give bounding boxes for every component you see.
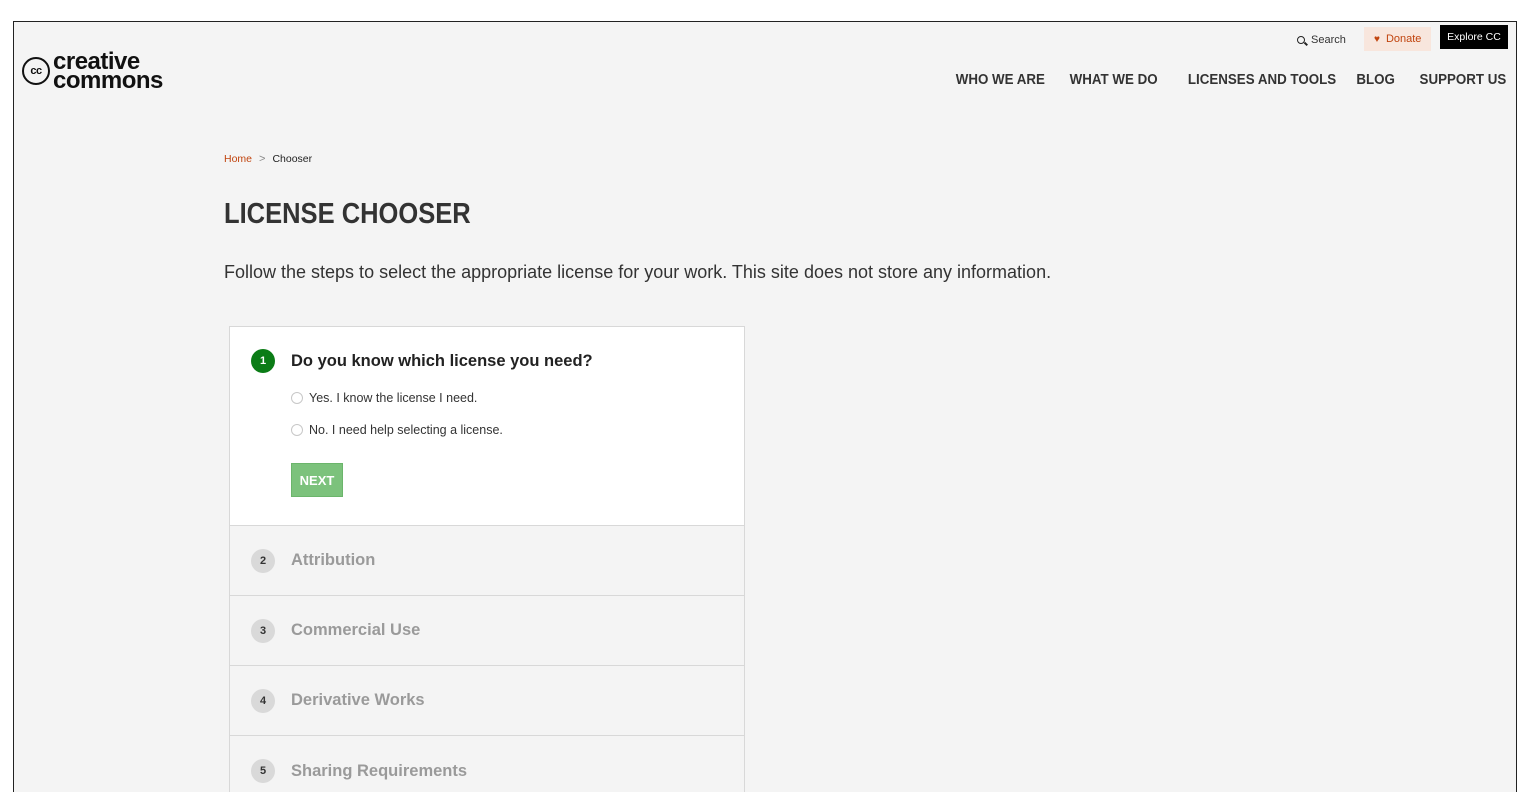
nav-what-we-do[interactable]: WHAT WE DO bbox=[1070, 72, 1158, 88]
donate-button[interactable]: ♥ Donate bbox=[1364, 27, 1432, 51]
radio-no[interactable] bbox=[291, 424, 303, 436]
step-title: Commercial Use bbox=[291, 621, 421, 639]
page-title: LICENSE CHOOSER bbox=[224, 198, 471, 230]
creative-commons-logo[interactable]: cc creative commons bbox=[22, 50, 163, 94]
breadcrumb: Home > Chooser bbox=[224, 153, 312, 165]
page-intro: Follow the steps to select the appropria… bbox=[224, 262, 1052, 282]
search-label: Search bbox=[1311, 34, 1346, 46]
option-no-label: No. I need help selecting a license. bbox=[309, 423, 503, 437]
search-link[interactable]: Search bbox=[1297, 31, 1346, 49]
step-number-badge: 4 bbox=[251, 688, 275, 713]
step-title: Attribution bbox=[291, 551, 376, 569]
step-1-panel: 1 Do you know which license you need? Ye… bbox=[230, 327, 744, 526]
step-1-title: Do you know which license you need? bbox=[291, 351, 593, 370]
next-button[interactable]: NEXT bbox=[291, 463, 343, 497]
breadcrumb-current: Chooser bbox=[272, 153, 313, 165]
option-no[interactable]: No. I need help selecting a license. bbox=[291, 423, 503, 437]
step-title: Derivative Works bbox=[291, 691, 425, 709]
step-number-badge: 3 bbox=[251, 618, 275, 643]
step-number-badge: 5 bbox=[251, 759, 275, 783]
main-nav: WHO WE ARE WHAT WE DO LICENSES AND TOOLS… bbox=[948, 72, 1506, 88]
nav-blog[interactable]: BLOG bbox=[1356, 72, 1395, 88]
license-stepper: 1 Do you know which license you need? Ye… bbox=[229, 326, 745, 792]
logo-line-2: commons bbox=[53, 67, 163, 94]
option-yes-label: Yes. I know the license I need. bbox=[309, 391, 478, 405]
browser-viewport: cc creative commons Search ♥ Donate Expl… bbox=[13, 21, 1517, 792]
step-3-commercial-use: 3 Commercial Use bbox=[230, 596, 744, 666]
cc-logo-icon: cc bbox=[22, 57, 50, 85]
step-1-header: 1 Do you know which license you need? bbox=[251, 349, 593, 373]
radio-yes[interactable] bbox=[291, 392, 303, 404]
nav-licenses-and-tools[interactable]: LICENSES AND TOOLS bbox=[1188, 72, 1336, 88]
chevron-right-icon: > bbox=[259, 153, 266, 165]
heart-icon: ♥ bbox=[1374, 33, 1380, 45]
step-number-badge: 1 bbox=[251, 349, 275, 373]
search-icon bbox=[1297, 36, 1305, 44]
step-4-derivative-works: 4 Derivative Works bbox=[230, 666, 744, 736]
step-5-sharing-requirements: 5 Sharing Requirements bbox=[230, 736, 744, 792]
donate-label: Donate bbox=[1385, 33, 1422, 45]
explore-cc-button[interactable]: Explore CC bbox=[1440, 25, 1508, 49]
breadcrumb-home[interactable]: Home bbox=[224, 153, 252, 165]
logo-wordmark: creative commons bbox=[53, 50, 163, 94]
step-title: Sharing Requirements bbox=[291, 761, 468, 780]
nav-who-we-are[interactable]: WHO WE ARE bbox=[956, 72, 1045, 88]
step-number-badge: 2 bbox=[251, 548, 275, 573]
nav-support-us[interactable]: SUPPORT US bbox=[1419, 72, 1506, 88]
option-yes[interactable]: Yes. I know the license I need. bbox=[291, 391, 477, 405]
step-2-attribution: 2 Attribution bbox=[230, 526, 744, 596]
